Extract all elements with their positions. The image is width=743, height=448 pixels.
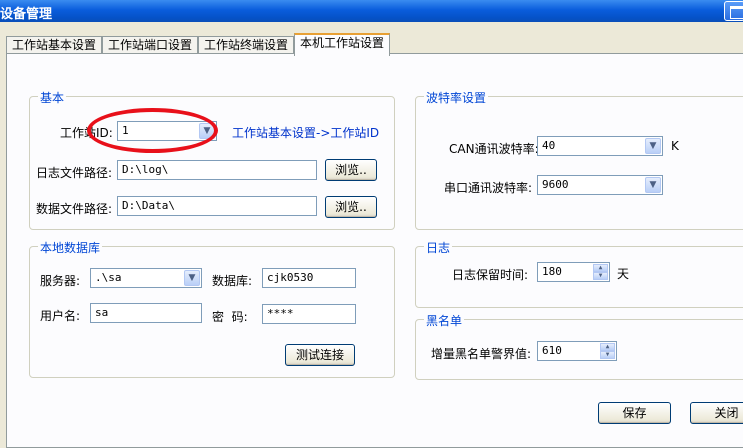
group-blacklist-legend: 黑名单	[424, 312, 465, 329]
spinner-up-icon[interactable]: ▲	[600, 343, 615, 351]
blacklist-threshold-value: 610	[542, 344, 562, 357]
log-retention-value: 180	[542, 265, 562, 278]
spinner-up-icon[interactable]: ▲	[593, 264, 608, 272]
group-basic-legend: 基本	[38, 89, 67, 106]
maximize-icon[interactable]	[724, 1, 743, 21]
log-retention-unit: 天	[617, 267, 630, 281]
group-baud-legend: 波特率设置	[424, 89, 489, 106]
database-input[interactable]: cjk0530	[262, 268, 356, 288]
data-path-label: 数据文件路径:	[36, 202, 113, 216]
chevron-down-icon[interactable]: ▼	[199, 123, 215, 139]
username-label: 用户名:	[40, 309, 81, 323]
save-button[interactable]: 保存	[598, 402, 671, 424]
station-id-value: 1	[122, 124, 129, 137]
log-path-label: 日志文件路径:	[36, 166, 113, 180]
window-title: 设备管理	[0, 7, 53, 22]
serial-baud-select[interactable]: 9600 ▼	[537, 175, 663, 195]
can-baud-label: CAN通讯波特率:	[449, 142, 539, 156]
serial-baud-value: 9600	[542, 178, 569, 191]
server-select[interactable]: .\sa ▼	[90, 268, 202, 288]
database-label: 数据库:	[212, 274, 253, 288]
chevron-down-icon[interactable]: ▼	[645, 138, 661, 154]
spinner-arrows-icon[interactable]: ▲ ▼	[593, 264, 608, 280]
server-value: .\sa	[95, 271, 122, 284]
log-retention-spinner[interactable]: 180 ▲ ▼	[537, 262, 610, 282]
tab-local-station[interactable]: 本机工作站设置	[294, 33, 390, 56]
close-button[interactable]: 关闭	[690, 402, 743, 424]
station-id-select[interactable]: 1 ▼	[117, 121, 217, 141]
data-path-input[interactable]: D:\Data\	[117, 196, 317, 216]
serial-baud-label: 串口通讯波特率:	[444, 181, 533, 195]
server-label: 服务器:	[40, 274, 81, 288]
log-path-input[interactable]: D:\log\	[117, 160, 317, 180]
test-connection-button[interactable]: 测试连接	[285, 344, 355, 366]
chevron-down-icon[interactable]: ▼	[184, 270, 200, 286]
chevron-down-icon[interactable]: ▼	[645, 177, 661, 193]
can-baud-select[interactable]: 40 ▼	[537, 136, 663, 156]
group-log-legend: 日志	[424, 239, 453, 256]
window-titlebar: 设备管理	[0, 0, 743, 22]
spinner-arrows-icon[interactable]: ▲ ▼	[600, 343, 615, 359]
log-path-browse-button[interactable]: 浏览..	[325, 159, 377, 181]
group-local-db-legend: 本地数据库	[38, 239, 103, 256]
data-path-browse-button[interactable]: 浏览..	[325, 196, 377, 218]
blacklist-threshold-spinner[interactable]: 610 ▲ ▼	[537, 341, 617, 361]
username-input[interactable]: sa	[90, 303, 202, 323]
log-retention-label: 日志保留时间:	[452, 268, 529, 282]
spinner-down-icon[interactable]: ▼	[593, 272, 608, 280]
password-label: 密 码:	[212, 310, 248, 324]
can-baud-unit: K	[671, 139, 679, 153]
can-baud-value: 40	[542, 139, 556, 152]
station-id-hint: 工作站基本设置->工作站ID	[232, 126, 380, 140]
password-input[interactable]: ****	[262, 304, 356, 324]
blacklist-threshold-label: 增量黑名单警界值:	[431, 347, 532, 361]
spinner-down-icon[interactable]: ▼	[600, 351, 615, 359]
group-baud: 波特率设置	[415, 89, 743, 230]
station-id-label: 工作站ID:	[60, 126, 113, 140]
